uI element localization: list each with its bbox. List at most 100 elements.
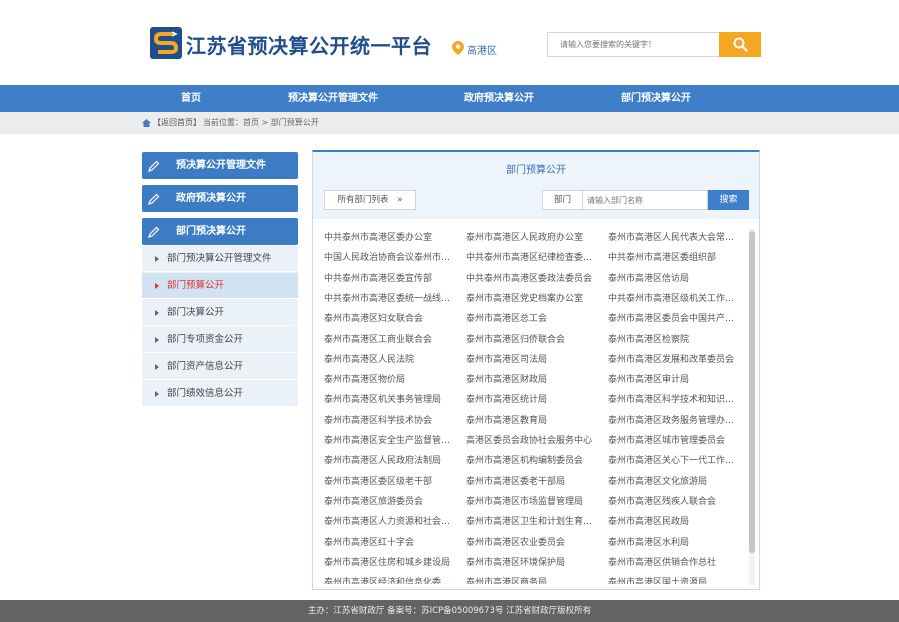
department-link[interactable]: 泰州市高港区卫生和计划生育委员会 (466, 516, 598, 528)
arrow-right-icon (155, 364, 159, 370)
department-link[interactable]: 泰州市高港区旅游委员会 (324, 496, 456, 508)
department-link[interactable]: 泰州市高港区人民政府法制局 (324, 455, 456, 467)
sidebar-subitem-special-funds[interactable]: 部门专项资金公开 (142, 327, 298, 353)
sidebar-subitem-label: 部门预算公开 (167, 280, 225, 291)
sidebar-subitem-asset-info[interactable]: 部门资产信息公开 (142, 354, 298, 380)
department-link[interactable]: 泰州市高港区信访局 (608, 273, 740, 285)
sidebar-subitem-performance-info[interactable]: 部门绩效信息公开 (142, 381, 298, 407)
header: 江苏省预决算公开统一平台 高港区 (0, 0, 899, 85)
department-link[interactable]: 泰州市高港区财政局 (466, 374, 598, 386)
department-filter-dropdown[interactable]: 所有部门列表 » (324, 190, 416, 210)
sidebar-subitem-label: 部门决算公开 (167, 307, 225, 318)
footer: 主办：江苏省财政厅 备案号：苏ICP备05009673号 江苏省财政厅版权所有 (0, 600, 899, 622)
sidebar-subitem-department-budget[interactable]: 部门预算公开 (142, 273, 298, 299)
department-link[interactable]: 泰州市高港区住房和城乡建设局 (324, 557, 456, 569)
department-link[interactable]: 泰州市高港区科学技术协会 (324, 415, 456, 427)
department-link[interactable]: 中共泰州市高港区委政法委员会 (466, 273, 598, 285)
department-link[interactable]: 中共泰州市高港区委组织部 (608, 252, 740, 264)
nav-home[interactable]: 首页 (181, 85, 201, 112)
sidebar-item-government-budget[interactable]: 政府预决算公开 (142, 185, 298, 212)
sidebar-item-label: 政府预决算公开 (176, 193, 246, 204)
department-link[interactable]: 中共泰州市高港区委统一战线工作部 (324, 293, 456, 305)
list-scrollbar[interactable] (749, 229, 755, 585)
department-search-button[interactable]: 搜索 (708, 190, 749, 210)
nav-department-budget[interactable]: 部门预决算公开 (621, 85, 691, 112)
arrow-right-icon (155, 283, 159, 289)
department-list: 中共泰州市高港区委办公室 泰州市高港区人民政府办公室 泰州市高港区人民代表大会常务委… (324, 232, 744, 584)
department-link[interactable]: 泰州市高港区归侨联合会 (466, 334, 598, 346)
department-link[interactable]: 泰州市高港区发展和改革委员会 (608, 354, 740, 366)
panel-title: 部门预算公开 (506, 165, 566, 176)
sidebar-item-department-budget[interactable]: 部门预决算公开 (142, 218, 298, 245)
department-link[interactable]: 泰州市高港区残疾人联合会 (608, 496, 740, 508)
department-link[interactable]: 泰州市高港区妇女联合会 (324, 313, 456, 325)
department-link[interactable]: 泰州市高港区机构编制委员会 (466, 455, 598, 467)
site-search-button[interactable] (719, 32, 761, 57)
department-link[interactable]: 中国人民政治协商会议泰州市高港区委员会 (324, 252, 456, 264)
department-link[interactable]: 泰州市高港区人民法院 (324, 354, 456, 366)
department-link[interactable]: 泰州市高港区城市管理委员会 (608, 435, 740, 447)
site-title[interactable]: 江苏省预决算公开统一平台 (186, 30, 432, 59)
department-link[interactable]: 泰州市高港区关心下一代工作委员会 (608, 455, 740, 467)
arrow-right-icon (155, 391, 159, 397)
department-link[interactable]: 高港区委员会政协社会服务中心 (466, 435, 598, 447)
panel-header: 部门预算公开 所有部门列表 » 部门 搜索 (313, 152, 759, 219)
department-link[interactable]: 泰州市高港区市场监督管理局 (466, 496, 598, 508)
department-link[interactable]: 泰州市高港区安全生产监督管理局 (324, 435, 456, 447)
edit-icon (148, 193, 160, 205)
filter-label: 所有部门列表 (337, 195, 389, 205)
department-link[interactable]: 泰州市高港区红十字会 (324, 537, 456, 549)
department-link[interactable]: 泰州市高港区政务服务管理办公室 (608, 415, 740, 427)
department-link[interactable]: 泰州市高港区党史档案办公室 (466, 293, 598, 305)
department-link[interactable]: 中共泰州市高港区委办公室 (324, 232, 456, 244)
department-link[interactable]: 泰州市高港区民政局 (608, 516, 740, 528)
home-icon (142, 119, 151, 127)
sidebar-subitem-label: 部门预决算公开管理文件 (167, 253, 272, 264)
department-link[interactable]: 泰州市高港区水利局 (608, 537, 740, 549)
department-link[interactable]: 中共泰州市高港区级机关工作委员会 (608, 293, 740, 305)
department-budget-panel: 部门预算公开 所有部门列表 » 部门 搜索 中共泰州市高港区委办公室泰州市高港区… (312, 150, 760, 590)
site-search-input[interactable] (547, 32, 719, 57)
department-link[interactable]: 泰州市高港区统计局 (466, 394, 598, 406)
department-link[interactable]: 泰州市高港区司法局 (466, 354, 598, 366)
department-link[interactable]: 泰州市高港区总工会 (466, 313, 598, 325)
arrow-right-icon (155, 310, 159, 316)
department-link[interactable]: 泰州市高港区经济和信息化委员会 (324, 577, 456, 584)
department-link[interactable]: 中共泰州市高港区纪律检查委员会 (466, 252, 598, 264)
department-link[interactable]: 泰州市高港区人民政府办公室 (466, 232, 598, 244)
department-link[interactable]: 泰州市高港区环境保护局 (466, 557, 598, 569)
search-icon (733, 37, 748, 52)
department-link[interactable]: 泰州市高港区机关事务管理局 (324, 394, 456, 406)
department-link[interactable]: 泰州市高港区教育局 (466, 415, 598, 427)
department-link[interactable]: 泰州市高港区委老干部局 (466, 476, 598, 488)
department-link[interactable]: 泰州市高港区供销合作总社 (608, 557, 740, 569)
sidebar-item-label: 预决算公开管理文件 (176, 160, 266, 171)
location-pin-icon (452, 41, 464, 55)
department-link[interactable]: 泰州市高港区人民代表大会常务委员会办公室 (608, 232, 740, 244)
department-link[interactable]: 泰州市高港区检察院 (608, 334, 740, 346)
nav-budget-management-files[interactable]: 预决算公开管理文件 (288, 85, 378, 112)
department-link[interactable]: 中共泰州市高港区委宣传部 (324, 273, 456, 285)
sidebar-subitem-management-files[interactable]: 部门预决算公开管理文件 (142, 246, 298, 272)
sidebar-subitem-department-final-accounts[interactable]: 部门决算公开 (142, 300, 298, 326)
nav-government-budget[interactable]: 政府预决算公开 (464, 85, 534, 112)
back-home-link[interactable]: 【返回首页】 (153, 117, 201, 128)
location-label[interactable]: 高港区 (467, 42, 497, 57)
department-link[interactable]: 泰州市高港区工商业联合会 (324, 334, 456, 346)
department-link[interactable]: 泰州市高港区委员会中国共产主义青年团 (608, 313, 740, 325)
department-link[interactable]: 泰州市高港区国土资源局 (608, 577, 740, 584)
department-link[interactable]: 泰州市高港区人力资源和社会保障局 (324, 516, 456, 528)
department-link[interactable]: 泰州市高港区物价局 (324, 374, 456, 386)
double-chevron-down-icon: » (397, 195, 403, 205)
department-link[interactable]: 泰州市高港区商务局 (466, 577, 598, 584)
scrollbar-thumb[interactable] (749, 231, 755, 553)
department-link[interactable]: 泰州市高港区科学技术和知识产权局 (608, 394, 740, 406)
main-nav: 首页 预决算公开管理文件 政府预决算公开 部门预决算公开 (0, 85, 899, 112)
department-link[interactable]: 泰州市高港区农业委员会 (466, 537, 598, 549)
department-link[interactable]: 泰州市高港区审计局 (608, 374, 740, 386)
department-link[interactable]: 泰州市高港区委区级老干部 (324, 476, 456, 488)
sidebar-item-budget-management-files[interactable]: 预决算公开管理文件 (142, 152, 298, 179)
department-name-input[interactable] (582, 190, 708, 210)
site-logo-icon[interactable] (150, 27, 182, 59)
department-link[interactable]: 泰州市高港区文化旅游局 (608, 476, 740, 488)
